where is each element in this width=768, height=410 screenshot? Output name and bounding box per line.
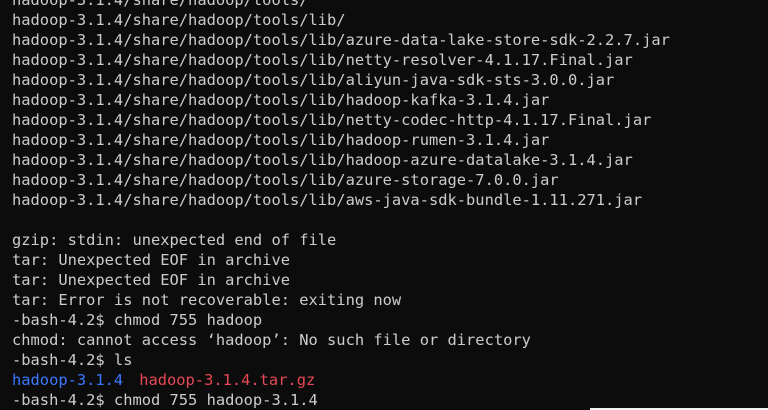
command-line: -bash-4.2$ chmod 755 hadoop	[12, 311, 263, 329]
output-line: hadoop-3.1.4/share/hadoop/tools/	[12, 0, 309, 9]
error-line: gzip: stdin: unexpected end of file	[12, 231, 337, 249]
directory-entry: hadoop-3.1.4	[12, 371, 124, 389]
output-line: hadoop-3.1.4/share/hadoop/tools/lib/hado…	[12, 91, 550, 109]
archive-entry: hadoop-3.1.4.tar.gz	[139, 371, 316, 389]
command-line: -bash-4.2$ chmod 755 hadoop-3.1.4	[12, 391, 318, 409]
error-line: tar: Unexpected EOF in archive	[12, 271, 290, 289]
command-line: -bash-4.2$ ls	[12, 351, 133, 369]
output-line: hadoop-3.1.4/share/hadoop/tools/lib/azur…	[12, 171, 559, 189]
output-line: hadoop-3.1.4/share/hadoop/tools/lib/azur…	[12, 31, 670, 49]
terminal-window[interactable]: hadoop-3.1.4/share/hadoop/tools/ hadoop-…	[0, 0, 768, 410]
output-line: hadoop-3.1.4/share/hadoop/tools/lib/aws-…	[12, 191, 643, 209]
error-line: tar: Unexpected EOF in archive	[12, 251, 290, 269]
output-line: hadoop-3.1.4/share/hadoop/tools/lib/	[12, 11, 346, 29]
terminal-output: hadoop-3.1.4/share/hadoop/tools/ hadoop-…	[12, 0, 768, 410]
output-line: hadoop-3.1.4/share/hadoop/tools/lib/nett…	[12, 111, 652, 129]
error-line: chmod: cannot access ‘hadoop’: No such f…	[12, 331, 531, 349]
ls-output-line: hadoop-3.1.4 hadoop-3.1.4.tar.gz	[12, 370, 768, 390]
error-line: tar: Error is not recoverable: exiting n…	[12, 291, 402, 309]
output-line: hadoop-3.1.4/share/hadoop/tools/lib/aliy…	[12, 71, 615, 89]
output-line: hadoop-3.1.4/share/hadoop/tools/lib/hado…	[12, 151, 633, 169]
output-line: hadoop-3.1.4/share/hadoop/tools/lib/hado…	[12, 131, 550, 149]
output-line: hadoop-3.1.4/share/hadoop/tools/lib/nett…	[12, 51, 633, 69]
